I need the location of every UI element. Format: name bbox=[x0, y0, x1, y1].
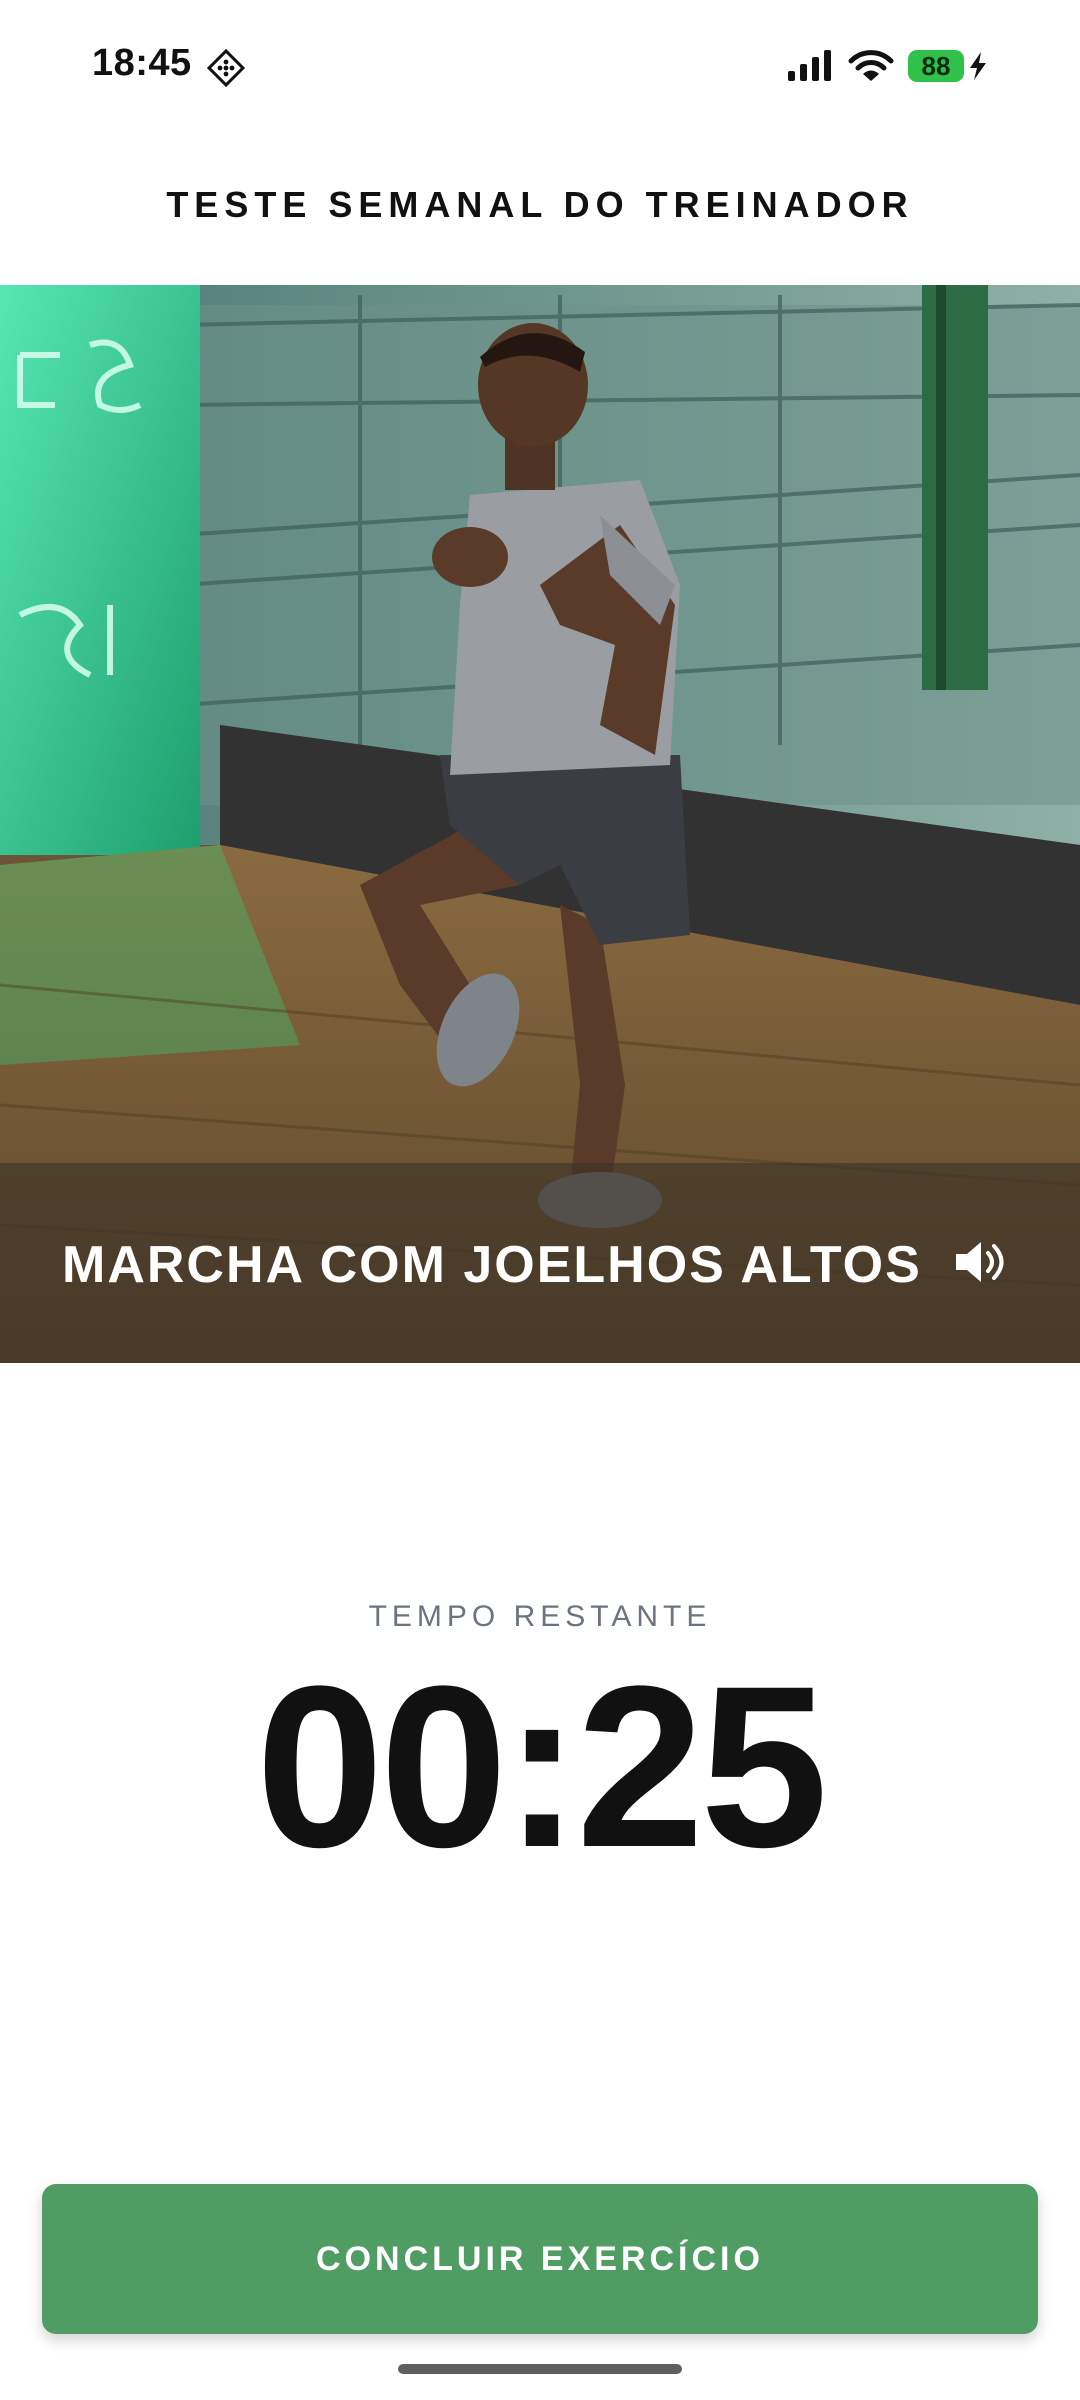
home-indicator[interactable] bbox=[398, 2364, 682, 2374]
status-time: 18:45 bbox=[92, 42, 192, 84]
focus-icon bbox=[206, 48, 246, 88]
status-bar: 18:45 88 bbox=[0, 0, 1080, 130]
page-title: TESTE SEMANAL DO TREINADOR bbox=[166, 184, 914, 225]
battery-icon: 88 bbox=[908, 50, 964, 82]
charging-bolt-icon bbox=[970, 52, 986, 80]
wifi-icon bbox=[848, 50, 894, 81]
exercise-name: MARCHA COM JOELHOS ALTOS bbox=[62, 1236, 922, 1294]
finish-exercise-button[interactable]: CONCLUIR EXERCÍCIO bbox=[42, 2184, 1038, 2334]
speaker-icon[interactable] bbox=[950, 1233, 1008, 1291]
signal-icon bbox=[788, 50, 831, 81]
timer-label: TEMPO RESTANTE bbox=[368, 1600, 712, 1633]
exercise-video[interactable]: MARCHA COM JOELHOS ALTOS bbox=[0, 285, 1080, 1363]
timer-value: 00:25 bbox=[255, 1638, 828, 1895]
status-indicators: 88 bbox=[786, 46, 988, 86]
battery-level: 88 bbox=[921, 50, 951, 81]
exercise-caption-bar: MARCHA COM JOELHOS ALTOS bbox=[0, 1163, 1080, 1363]
battery-indicator: 88 bbox=[908, 50, 988, 82]
